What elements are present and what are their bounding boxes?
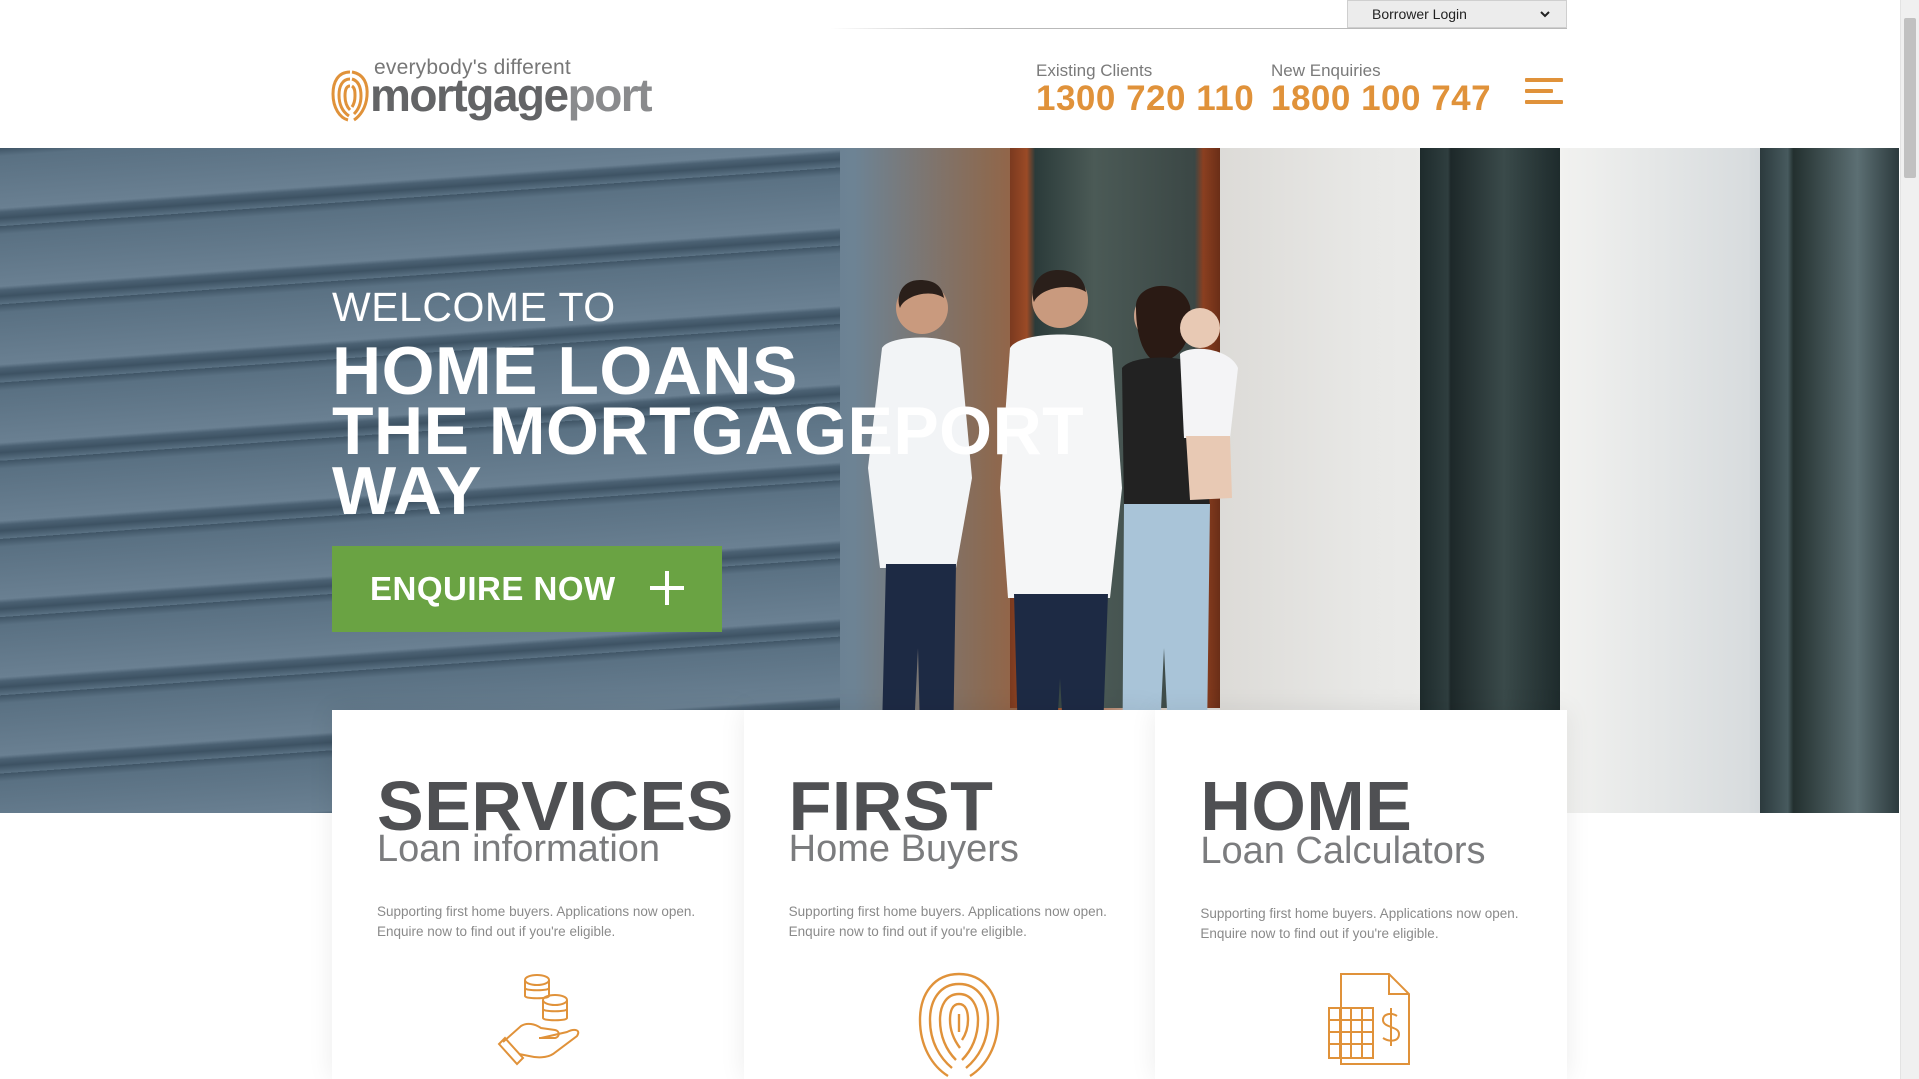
enquire-now-label: ENQUIRE NOW [370,570,616,607]
scrollbar-thumb[interactable] [1904,18,1916,178]
existing-clients-label: Existing Clients [1036,61,1153,80]
new-enquiries-number[interactable]: 1800 100 747 [1271,79,1491,119]
menu-line [1525,100,1563,104]
existing-clients-number[interactable]: 1300 720 110 [1036,79,1254,119]
borrower-login-label: Borrower Login [1372,6,1467,22]
plus-icon [650,571,684,605]
existing-clients-contact[interactable]: Existing Clients 1300 720 110 [1036,61,1254,119]
menu-line [1525,78,1563,82]
new-enquiries-contact[interactable]: New Enquiries 1800 100 747 [1271,61,1491,119]
chevron-down-icon [1540,11,1550,18]
calculator-document-icon [1328,973,1411,1065]
page: Borrower Login everybody's different mor… [0,0,1919,1079]
card-description: Supporting first home buyers. Applicatio… [377,904,696,939]
card-home-loan-calculators[interactable]: HOME Loan Calculators Supporting first h… [1155,710,1568,1079]
hero-background-window [1760,148,1899,813]
hero-title-line3: WAY [332,453,483,529]
card-subtitle: Loan Calculators [1200,830,1486,872]
card-first-home-buyers[interactable]: FIRST Home Buyers Supporting first home … [743,710,1156,1079]
hamburger-menu-icon[interactable] [1525,78,1563,106]
hero-title-line1: HOME LOANS [332,333,798,409]
fingerprint-icon [331,70,369,122]
hero-headline: WELCOME TO HOME LOANS THE MORTGAGEPORT W… [332,284,1085,529]
menu-line [1525,89,1553,93]
logo-wordmark: mortgageport [370,68,653,122]
card-description: Supporting first home buyers. Applicatio… [1200,906,1519,941]
page-scrollbar[interactable] [1900,0,1919,1079]
service-cards: SERVICES Loan information Supporting fir… [332,710,1568,1079]
fingerprint-icon [918,972,999,1078]
logo-word-part1: mortgage [370,69,569,121]
coins-hand-icon [497,974,580,1066]
site-logo[interactable]: everybody's different mortgageport [330,56,653,122]
card-subtitle: Home Buyers [788,828,1019,870]
card-subtitle: Loan information [377,828,661,870]
hero-title-line2: THE MORTGAGEPORT [332,393,1085,469]
logo-word-part2: port [567,69,653,121]
new-enquiries-label: New Enquiries [1271,61,1381,80]
borrower-login-dropdown[interactable]: Borrower Login [1347,0,1567,28]
card-description: Supporting first home buyers. Applicatio… [788,904,1107,939]
header-divider [830,28,1567,29]
card-services[interactable]: SERVICES Loan information Supporting fir… [332,710,744,1079]
hero-welcome: WELCOME TO [332,284,616,330]
enquire-now-button[interactable]: ENQUIRE NOW [332,546,722,632]
